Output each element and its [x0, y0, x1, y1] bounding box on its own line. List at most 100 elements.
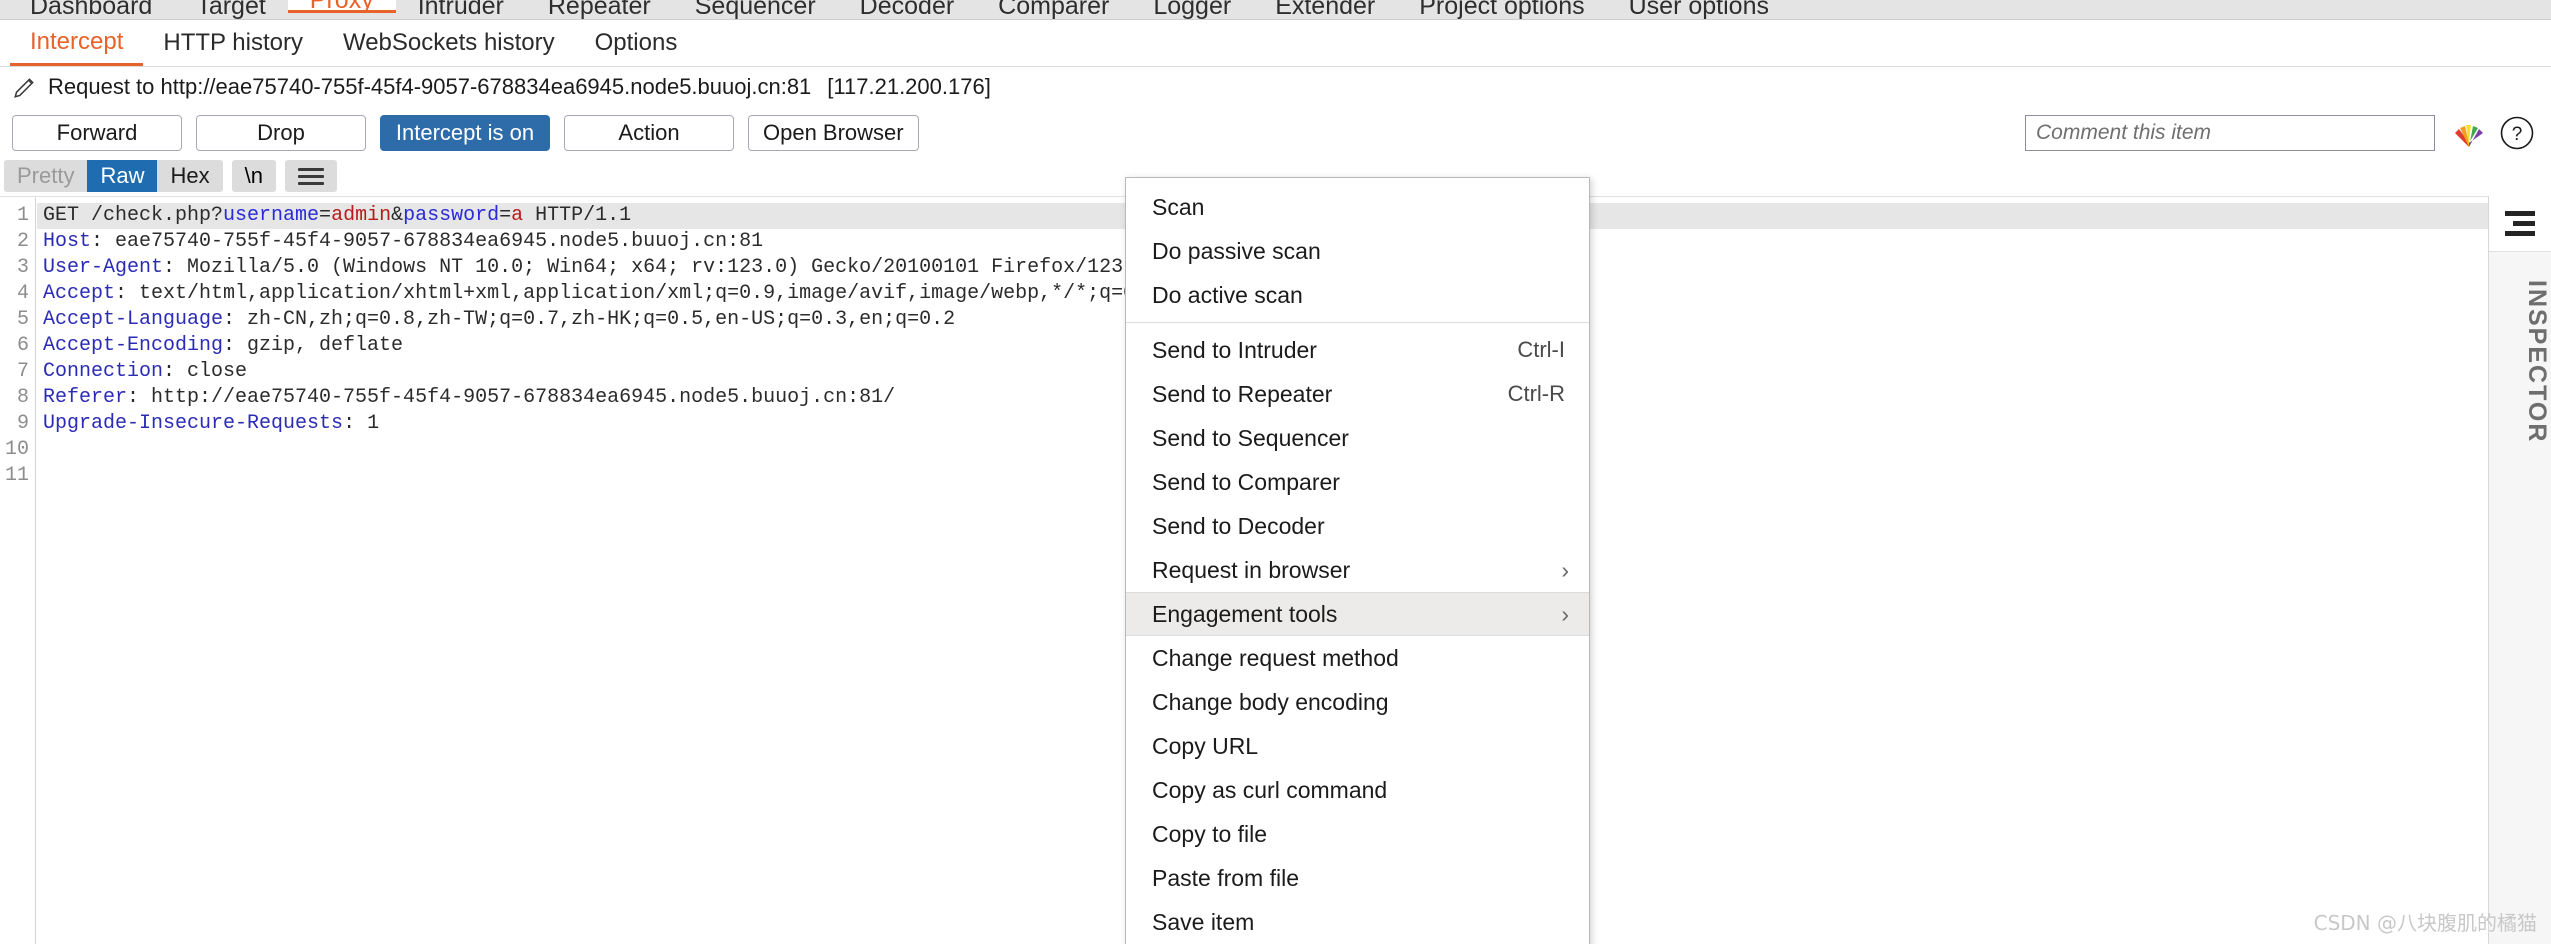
main-tab-extender[interactable]: Extender	[1253, 0, 1397, 19]
menu-item-label: Send to Sequencer	[1152, 424, 1349, 451]
tab-pretty[interactable]: Pretty	[4, 160, 87, 192]
menu-item-label: Send to Comparer	[1152, 468, 1340, 495]
request-title-bar: Request to http://eae75740-755f-45f4-905…	[0, 68, 2551, 106]
menu-item-scan[interactable]: Scan	[1126, 185, 1589, 229]
help-question-icon[interactable]: ?	[2499, 115, 2535, 151]
code-token-hdr: Referer	[43, 386, 128, 409]
editor-menu-button[interactable]	[284, 160, 337, 192]
pencil-icon	[14, 78, 34, 98]
code-line[interactable]: Accept-Encoding: gzip, deflate	[43, 333, 403, 359]
line-number: 5	[16, 308, 29, 331]
code-token-plain: HTTP/1.1	[523, 204, 632, 227]
code-token-plain: : zh-CN,zh;q=0.8,zh-TW;q=0.7,zh-HK;q=0.5…	[223, 308, 956, 331]
menu-item-label: Paste from file	[1152, 864, 1299, 891]
line-number: 3	[16, 256, 29, 279]
menu-item-change-request-method[interactable]: Change request method	[1126, 636, 1589, 680]
menu-item-copy-as-curl-command[interactable]: Copy as curl command	[1126, 768, 1589, 812]
code-token-plain: =	[319, 204, 332, 227]
forward-button[interactable]: Forward	[12, 115, 182, 151]
inspector-panel[interactable]: INSPECTOR	[2488, 196, 2551, 944]
proxy-tab-options[interactable]: Options	[575, 20, 698, 66]
code-token-param: password	[403, 204, 500, 227]
menu-item-label: Change request method	[1152, 644, 1399, 671]
menu-item-engagement-tools[interactable]: Engagement tools ›	[1126, 592, 1589, 636]
menu-item-label: Copy URL	[1152, 732, 1259, 759]
watermark-text: CSDN @八块腹肌的橘猫	[2313, 911, 2537, 935]
inspector-label: INSPECTOR	[2523, 280, 2551, 444]
main-tab-user-options[interactable]: User options	[1607, 0, 1791, 19]
open-browser-button[interactable]: Open Browser	[748, 115, 919, 151]
code-line[interactable]: Referer: http://eae75740-755f-45f4-9057-…	[43, 385, 895, 411]
main-tab-sequencer[interactable]: Sequencer	[673, 0, 838, 19]
line-number: 6	[16, 334, 29, 357]
menu-item-save-item[interactable]: Save item	[1126, 900, 1589, 944]
menu-item-do-passive-scan[interactable]: Do passive scan	[1126, 229, 1589, 273]
tab-raw[interactable]: Raw	[87, 160, 158, 192]
code-token-plain: GET /check.php?	[43, 204, 224, 227]
request-title-text: Request to http://eae75740-755f-45f4-905…	[48, 74, 812, 99]
menu-item-send-to-repeater[interactable]: Send to Repeater Ctrl-R	[1126, 372, 1589, 416]
proxy-tab-websockets-history[interactable]: WebSockets history	[323, 20, 575, 66]
inspector-toggle-button[interactable]	[2489, 196, 2551, 252]
menu-item-label: Request in browser	[1152, 556, 1351, 583]
line-number: 10	[4, 438, 29, 461]
menu-item-request-in-browser[interactable]: Request in browser ›	[1126, 548, 1589, 592]
code-line[interactable]: Accept-Language: zh-CN,zh;q=0.8,zh-TW;q=…	[43, 307, 955, 333]
action-button[interactable]: Action	[564, 115, 734, 151]
main-tab-logger[interactable]: Logger	[1131, 0, 1253, 19]
burp-suite-window: Dashboard Target Proxy Intruder Repeater Sequ…	[0, 0, 2551, 944]
format-tab-group: Pretty Raw Hex	[4, 160, 223, 192]
code-line[interactable]: Connection: close	[43, 359, 247, 385]
context-menu[interactable]: Scan Do passive scan Do active scan Send to…	[1125, 177, 1590, 944]
code-token-hdr: Accept-Encoding	[43, 334, 224, 357]
drop-button[interactable]: Drop	[196, 115, 366, 151]
highlighter-rainbow-icon[interactable]	[2449, 116, 2489, 150]
menu-item-copy-url[interactable]: Copy URL	[1126, 724, 1589, 768]
code-line[interactable]: User-Agent: Mozilla/5.0 (Windows NT 10.0…	[43, 255, 1147, 281]
proxy-tab-http-history[interactable]: HTTP history	[143, 20, 323, 66]
menu-separator	[1126, 322, 1589, 323]
comment-input[interactable]	[2025, 115, 2435, 151]
main-tab-target[interactable]: Target	[174, 0, 287, 19]
intercept-toggle-button[interactable]: Intercept is on	[380, 115, 550, 151]
menu-item-change-body-encoding[interactable]: Change body encoding	[1126, 680, 1589, 724]
code-token-val: a	[511, 204, 524, 227]
main-tab-dashboard[interactable]: Dashboard	[8, 0, 174, 19]
code-token-plain: : 1	[343, 412, 380, 435]
tab-newline-toggle[interactable]: \n	[231, 160, 276, 192]
line-number: 11	[4, 464, 29, 487]
hamburger-menu-icon	[297, 167, 324, 185]
line-number-gutter: 1 2 3 4 5 6 7 8 9 10 11	[0, 197, 36, 944]
main-tab-bar: Dashboard Target Proxy Intruder Repeater Sequ…	[0, 0, 2551, 20]
code-line[interactable]: Upgrade-Insecure-Requests: 1	[43, 411, 379, 437]
menu-item-label: Engagement tools	[1152, 600, 1338, 627]
code-line[interactable]: Accept: text/html,application/xhtml+xml,…	[43, 281, 1159, 307]
menu-item-send-to-sequencer[interactable]: Send to Sequencer	[1126, 416, 1589, 460]
main-tab-project-options[interactable]: Project options	[1397, 0, 1606, 19]
menu-item-label: Do passive scan	[1152, 237, 1321, 264]
proxy-tab-intercept[interactable]: Intercept	[10, 20, 144, 66]
line-number: 2	[16, 230, 29, 253]
menu-item-label: Save item	[1152, 908, 1255, 935]
menu-item-send-to-comparer[interactable]: Send to Comparer	[1126, 460, 1589, 504]
menu-item-shortcut: Ctrl-R	[1507, 381, 1565, 406]
request-target-ip: [117.21.200.176]	[827, 74, 991, 99]
code-token-val: admin	[331, 204, 392, 227]
main-tab-proxy[interactable]: Proxy	[287, 0, 396, 13]
main-tab-repeater[interactable]: Repeater	[526, 0, 673, 19]
main-tab-decoder[interactable]: Decoder	[838, 0, 977, 19]
code-token-hdr: User-Agent	[43, 256, 164, 279]
line-number: 4	[16, 282, 29, 305]
menu-item-label: Send to Repeater	[1152, 380, 1333, 407]
code-token-plain: : Mozilla/5.0 (Windows NT 10.0; Win64; x…	[163, 256, 1148, 279]
tab-hex[interactable]: Hex	[157, 160, 222, 192]
menu-item-send-to-decoder[interactable]: Send to Decoder	[1126, 504, 1589, 548]
menu-item-copy-to-file[interactable]: Copy to file	[1126, 812, 1589, 856]
main-tab-comparer[interactable]: Comparer	[976, 0, 1131, 19]
menu-item-do-active-scan[interactable]: Do active scan	[1126, 273, 1589, 317]
menu-item-send-to-intruder[interactable]: Send to Intruder Ctrl-I	[1126, 328, 1589, 372]
menu-item-paste-from-file[interactable]: Paste from file	[1126, 856, 1589, 900]
code-line[interactable]: Host: eae75740-755f-45f4-9057-678834ea69…	[43, 229, 763, 255]
code-token-plain: : gzip, deflate	[223, 334, 404, 357]
main-tab-intruder[interactable]: Intruder	[396, 0, 526, 19]
